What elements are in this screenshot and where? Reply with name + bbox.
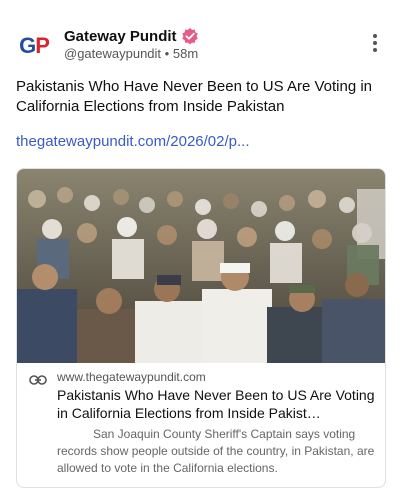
- link-icon: [29, 375, 47, 385]
- crowd-photo: [17, 169, 385, 363]
- account-name[interactable]: Gateway Pundit: [64, 28, 177, 45]
- verified-badge-icon: [181, 27, 198, 45]
- account-handle[interactable]: @gatewaypundit: [64, 46, 161, 61]
- card-domain: www.thegatewaypundit.com: [57, 370, 206, 384]
- more-options-icon[interactable]: [370, 34, 380, 54]
- post-link[interactable]: thegatewaypundit.com/2026/02/p...: [16, 133, 250, 150]
- post-time[interactable]: 58m: [173, 46, 198, 61]
- link-preview-card[interactable]: www.thegatewaypundit.com Pakistanis Who …: [16, 168, 386, 488]
- post-meta: @gatewaypundit • 58m: [64, 46, 198, 61]
- link-preview-body: www.thegatewaypundit.com Pakistanis Who …: [17, 363, 385, 487]
- post-text: Pakistanis Who Have Never Been to US Are…: [16, 78, 373, 115]
- meta-separator: •: [164, 46, 170, 61]
- card-description: San Joaquin County Sheriff's Captain say…: [57, 427, 375, 475]
- card-title: Pakistanis Who Have Never Been to US Are…: [57, 387, 375, 421]
- post-header: GP Gateway Pundit @gatewaypundit • 58m: [16, 24, 388, 64]
- avatar-logo: GP: [19, 33, 50, 58]
- account-name-row: Gateway Pundit: [64, 26, 199, 46]
- avatar[interactable]: GP: [16, 28, 52, 64]
- social-post: GP Gateway Pundit @gatewaypundit • 58m P…: [0, 0, 402, 500]
